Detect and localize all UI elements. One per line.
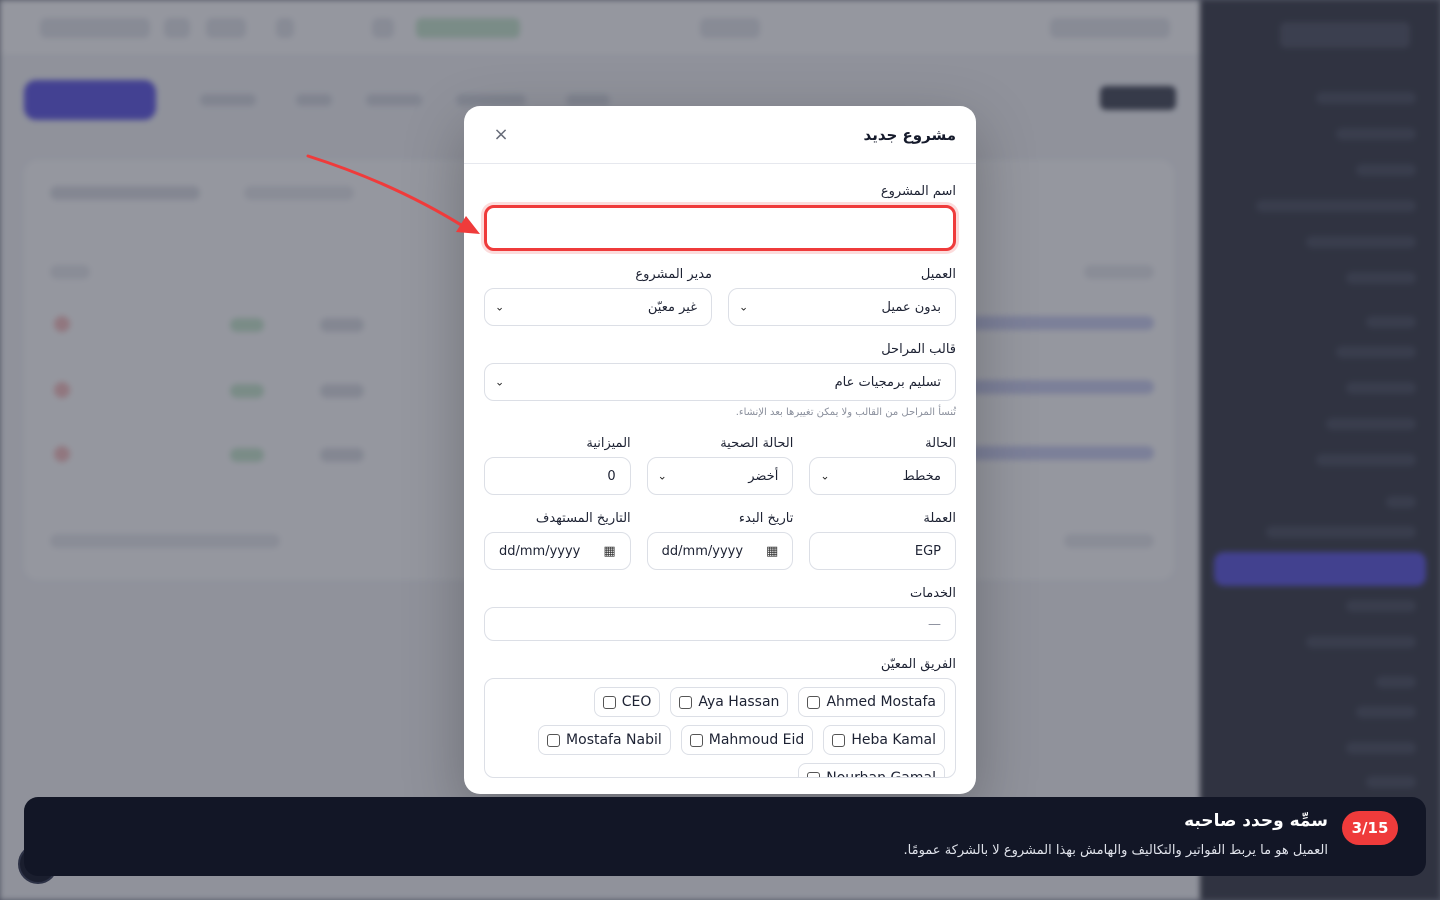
checkbox-icon[interactable] [679,695,693,709]
new-project-modal: مشروع جديد × اسم المشروع العميل بدون عمي… [464,106,976,794]
client-label: العميل [920,267,956,282]
calendar-icon[interactable]: ▦ [766,544,778,559]
checkbox-icon[interactable] [832,733,846,747]
currency-group: العملة EGP [809,511,956,570]
status-label: الحالة [925,436,956,451]
health-label: الحالة الصحية [720,436,794,451]
modal-header: مشروع جديد × [464,106,976,164]
services-select[interactable]: — [484,607,956,641]
tour-tooltip-bar: 3/15 سمِّه وحدد صاحبه العميل هو ما يربط … [24,797,1426,876]
target-date-label: التاريخ المستهدف [535,511,631,526]
team-member-checkbox[interactable]: Mahmoud Eid [680,725,814,755]
chevron-down-icon: ⌄ [657,469,667,483]
services-value: — [928,616,941,632]
manager-select[interactable]: غير معيّن ⌄ [484,288,712,326]
team-member-checkbox[interactable]: Ahmed Mostafa [798,687,945,717]
start-date-label: تاريخ البدء [738,511,794,526]
start-date-input[interactable]: dd/mm/yyyy ▦ [646,532,794,570]
phase-template-help: تُنسأ المراحل من القالب ولا يمكن تغييرها… [735,407,956,418]
budget-label: الميزانية [586,436,631,451]
team-group: الفريق المعيّن Ahmed Mostafa Aya Hassan … [484,657,956,778]
chevron-down-icon: ⌄ [820,469,830,483]
calendar-icon[interactable]: ▦ [603,544,615,559]
checkbox-icon[interactable] [547,733,561,747]
manager-group: مدير المشروع غير معيّن ⌄ [484,267,712,326]
status-value: مخطط [902,468,941,484]
chevron-down-icon: ⌄ [495,375,505,389]
project-name-group: اسم المشروع [484,184,956,251]
target-date-input[interactable]: dd/mm/yyyy ▦ [483,532,631,570]
team-member-name: Ahmed Mostafa [826,694,936,710]
start-date-group: تاريخ البدء dd/mm/yyyy ▦ [646,511,794,570]
phase-template-select[interactable]: تسليم برمجيات عام ⌄ [484,363,956,401]
target-date-value: dd/mm/yyyy [498,543,581,559]
tour-step-text: العميل هو ما يربط الفواتير والتكاليف وال… [903,843,1328,858]
team-member-name: Mahmoud Eid [708,732,805,748]
health-select[interactable]: أخضر ⌄ [646,457,794,495]
tour-step-badge: 3/15 [1342,811,1398,845]
health-group: الحالة الصحية أخضر ⌄ [646,436,794,495]
status-select[interactable]: مخطط ⌄ [809,457,956,495]
manager-value: غير معيّن [647,299,697,315]
budget-group: الميزانية 0 [483,436,631,495]
team-member-checkbox[interactable]: Mostafa Nabil [538,725,671,755]
modal-body: اسم المشروع العميل بدون عميل ⌄ مدير المش… [464,164,976,778]
team-member-checkbox[interactable]: Nourhan Gamal [798,763,945,778]
target-date-group: التاريخ المستهدف dd/mm/yyyy ▦ [483,511,631,570]
team-member-name: Aya Hassan [698,694,780,710]
start-date-value: dd/mm/yyyy [661,543,744,559]
client-select[interactable]: بدون عميل ⌄ [728,288,956,326]
team-member-checkbox[interactable]: CEO [593,687,661,717]
modal-title: مشروع جديد [863,125,956,144]
chevron-down-icon: ⌄ [739,300,749,314]
team-member-name: CEO [621,694,652,710]
tour-pointer-arrow-icon [306,154,480,234]
currency-input[interactable]: EGP [809,532,956,570]
phase-template-group: قالب المراحل تسليم برمجيات عام ⌄ تُنسأ ا… [484,342,956,418]
team-member-name: Nourhan Gamal [826,770,936,778]
team-label: الفريق المعيّن [880,657,956,672]
team-member-checkbox[interactable]: Aya Hassan [670,687,789,717]
manager-label: مدير المشروع [635,267,712,282]
currency-label: العملة [923,511,956,526]
project-name-input[interactable] [484,205,956,251]
team-member-name: Mostafa Nabil [566,732,662,748]
health-value: أخضر [748,468,779,484]
services-group: الخدمات — [484,586,956,641]
budget-input[interactable]: 0 [483,457,631,495]
project-name-label: اسم المشروع [880,184,956,199]
client-value: بدون عميل [881,299,941,315]
team-member-checkbox[interactable]: Heba Kamal [823,725,945,755]
client-group: العميل بدون عميل ⌄ [728,267,956,326]
chevron-down-icon: ⌄ [495,300,505,314]
tour-step-title: سمِّه وحدد صاحبه [1184,811,1328,831]
checkbox-icon[interactable] [807,695,821,709]
status-group: الحالة مخطط ⌄ [809,436,956,495]
checkbox-icon[interactable] [689,733,703,747]
phase-template-label: قالب المراحل [881,342,956,357]
checkbox-icon[interactable] [807,771,821,777]
services-label: الخدمات [910,586,956,601]
team-checklist: Ahmed Mostafa Aya Hassan CEO Heba Kamal … [484,678,956,778]
checkbox-icon[interactable] [602,695,616,709]
team-member-name: Heba Kamal [851,732,936,748]
phase-template-value: تسليم برمجيات عام [834,374,941,390]
